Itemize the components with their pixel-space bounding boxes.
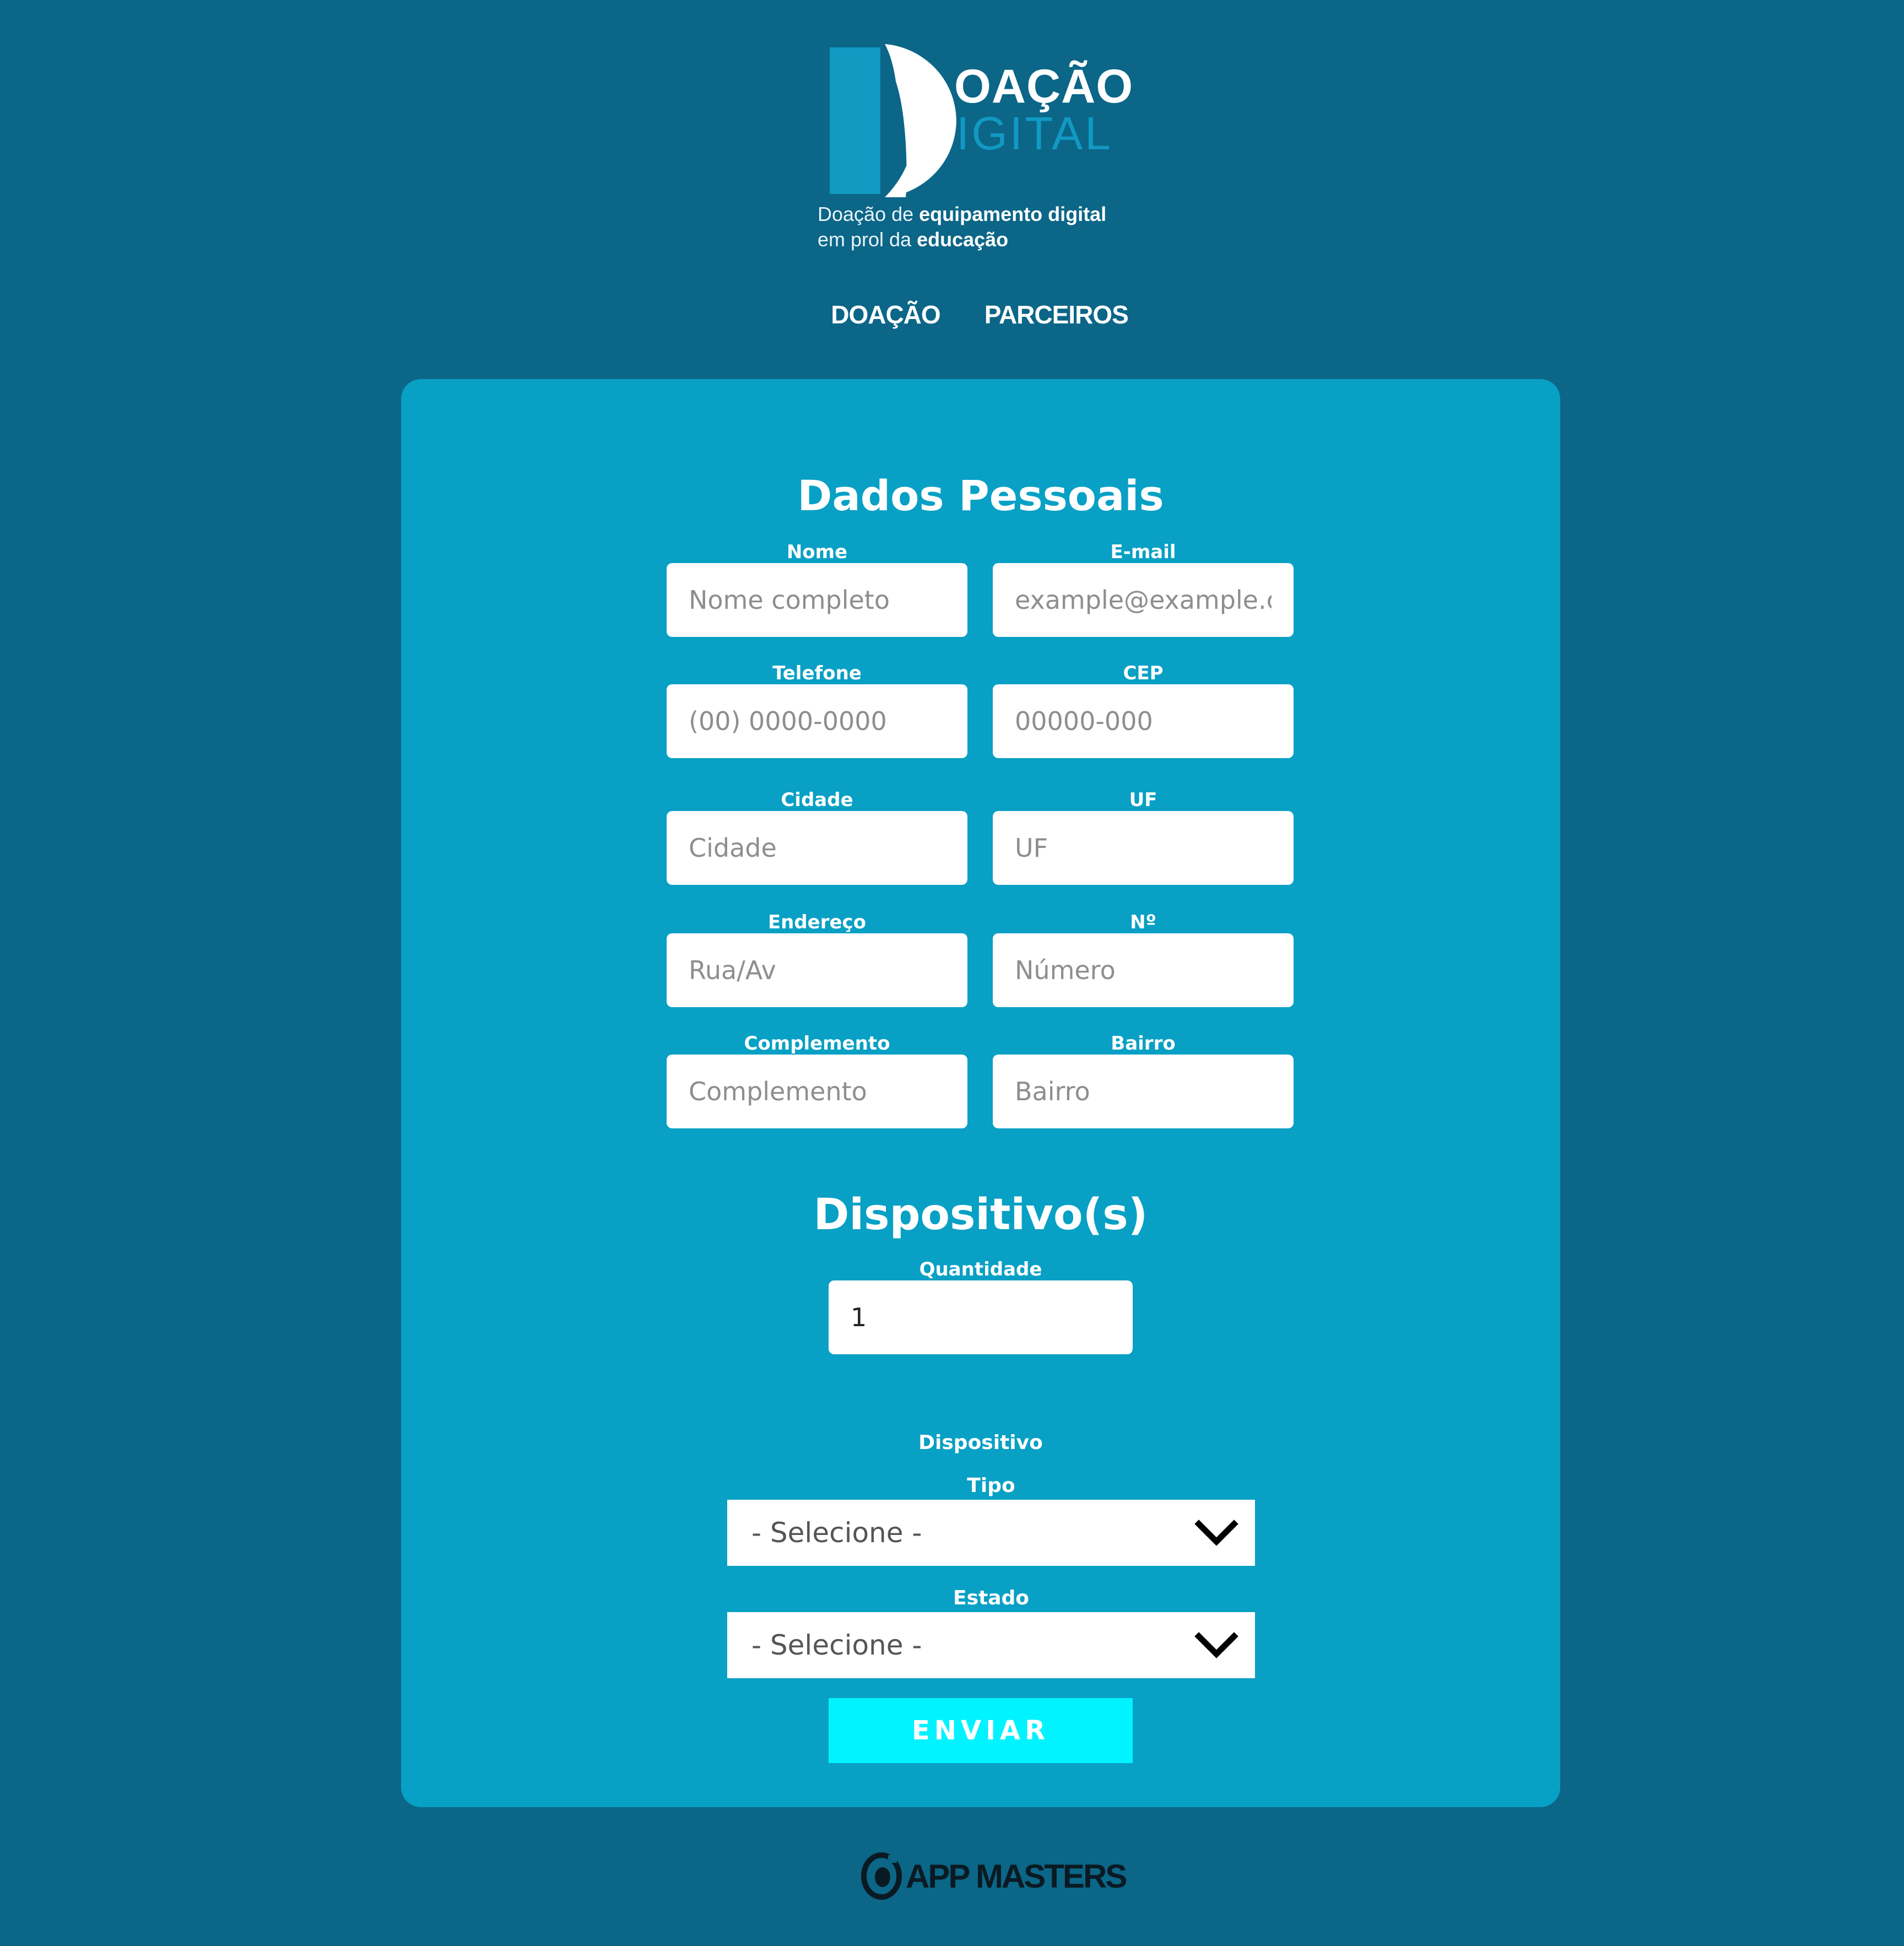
logo-d-mark-icon: [830, 44, 956, 197]
tagline-text-2: em prol da: [818, 228, 917, 251]
tagline-bold-2: educação: [917, 228, 1009, 251]
numero-label: Nº: [1130, 911, 1156, 933]
donation-form-card: Dados Pessoais Nome E-mail Telefone CEP …: [401, 379, 1560, 1807]
footer-brand: APP MASTERS: [861, 1851, 1127, 1901]
field-numero: Nº: [993, 911, 1294, 1007]
logo: OAÇÃO IGITAL Doação de equipamento digit…: [818, 39, 1159, 259]
section-title-personal: Dados Pessoais: [797, 471, 1164, 520]
field-email: E-mail: [993, 541, 1294, 637]
field-telefone: Telefone: [667, 662, 967, 758]
chevron-down-icon: [1194, 1632, 1238, 1658]
complemento-label: Complemento: [744, 1033, 890, 1055]
estado-selected-value: - Selecione -: [751, 1629, 922, 1661]
telefone-label: Telefone: [772, 662, 862, 684]
tipo-select[interactable]: - Selecione -: [727, 1500, 1255, 1566]
cep-label: CEP: [1123, 662, 1164, 684]
tagline-bold-1: equipamento digital: [919, 203, 1107, 225]
bairro-input[interactable]: [993, 1055, 1294, 1128]
estado-label: Estado: [953, 1587, 1030, 1609]
field-complemento: Complemento: [667, 1033, 967, 1128]
field-quantidade: Quantidade: [829, 1258, 1133, 1354]
nav-item-parceiros[interactable]: PARCEIROS: [985, 300, 1129, 329]
field-endereco: Endereço: [667, 911, 967, 1007]
logo-word-bottom: IGITAL: [956, 107, 1113, 159]
uf-input[interactable]: [993, 811, 1294, 885]
endereco-input[interactable]: [667, 933, 967, 1007]
field-bairro: Bairro: [993, 1033, 1294, 1128]
field-uf: UF: [993, 789, 1294, 885]
tipo-selected-value: - Selecione -: [751, 1517, 922, 1549]
logo-word-top: OAÇÃO: [954, 60, 1134, 113]
cep-input[interactable]: [993, 684, 1294, 758]
telefone-input[interactable]: [667, 684, 967, 758]
complemento-input[interactable]: [667, 1055, 967, 1128]
field-nome: Nome: [667, 541, 967, 637]
section-title-devices: Dispositivo(s): [813, 1190, 1148, 1240]
nome-input[interactable]: [667, 563, 967, 637]
email-input[interactable]: [993, 563, 1294, 637]
footer-brand-text: APP MASTERS: [906, 1857, 1127, 1895]
cidade-label: Cidade: [781, 789, 853, 811]
device-subheading: Dispositivo: [918, 1431, 1043, 1454]
field-cidade: Cidade: [667, 789, 967, 885]
field-cep: CEP: [993, 662, 1294, 758]
main-nav: DOAÇÃO PARCEIROS: [0, 300, 1904, 329]
uf-label: UF: [1129, 789, 1157, 811]
quantidade-input[interactable]: [829, 1280, 1133, 1354]
nome-label: Nome: [786, 541, 848, 563]
tagline-text-1: Doação de: [818, 203, 919, 225]
chevron-down-icon: [1194, 1520, 1238, 1546]
field-tipo: Tipo - Selecione -: [727, 1473, 1255, 1566]
app-masters-logo-icon: [861, 1852, 902, 1900]
bairro-label: Bairro: [1111, 1033, 1176, 1055]
estado-select[interactable]: - Selecione -: [727, 1612, 1255, 1678]
nav-item-doacao[interactable]: DOAÇÃO: [831, 300, 940, 329]
page: OAÇÃO IGITAL Doação de equipamento digit…: [0, 0, 1904, 1946]
quantidade-label: Quantidade: [919, 1258, 1042, 1280]
email-label: E-mail: [1110, 541, 1176, 563]
logo-tagline: Doação de equipamento digital em prol da…: [818, 202, 1170, 252]
field-estado: Estado - Selecione -: [727, 1586, 1255, 1678]
cidade-input[interactable]: [667, 811, 967, 885]
endereco-label: Endereço: [767, 911, 867, 933]
submit-button[interactable]: ENVIAR: [829, 1698, 1133, 1763]
tipo-label: Tipo: [967, 1474, 1015, 1497]
numero-input[interactable]: [993, 933, 1294, 1007]
